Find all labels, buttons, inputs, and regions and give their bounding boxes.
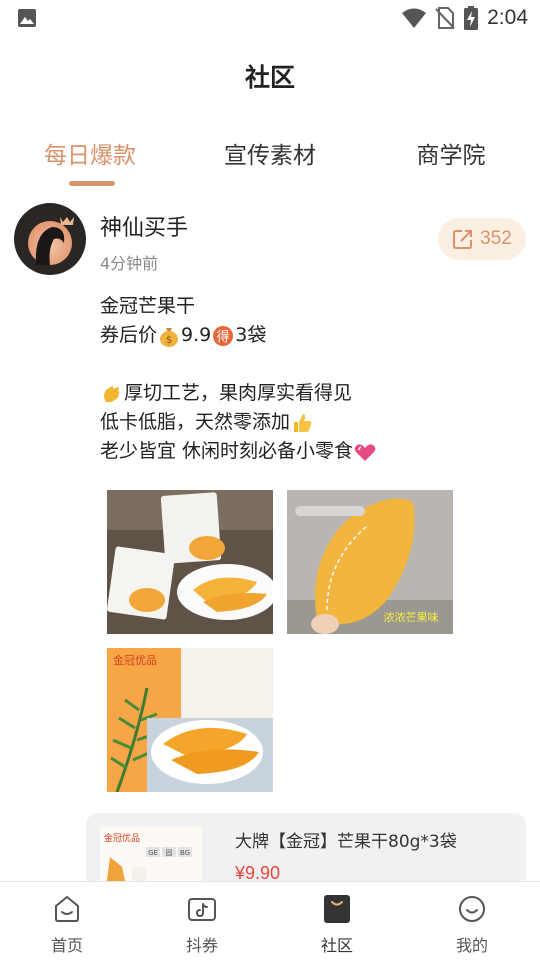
- de-badge-emoji: 得: [213, 325, 234, 346]
- post-line: 金冠芒果干: [100, 292, 520, 321]
- tabbar-item-community[interactable]: 社区: [287, 882, 387, 960]
- share-button[interactable]: 352: [438, 218, 526, 260]
- image-brand: 金冠优品: [113, 653, 157, 667]
- svg-text:得: 得: [217, 329, 230, 345]
- share-icon: [453, 230, 473, 249]
- wifi-icon: [402, 8, 427, 28]
- heart-emoji: [354, 443, 376, 461]
- post-line-blank: [100, 350, 520, 379]
- home-icon: [55, 896, 79, 922]
- bottom-tab-bar: 首页 抖券 社区 我的: [0, 881, 540, 960]
- post-text: 金冠芒果干 券后价 $ 9.9 得 3袋 厚切工艺，果肉厚实看得见 低卡低脂，天…: [100, 292, 520, 466]
- tabbar-label: 我的: [455, 936, 488, 955]
- tabbar-label: 首页: [50, 936, 83, 955]
- status-bar: 2:04: [0, 0, 540, 36]
- author-name[interactable]: 神仙买手: [100, 210, 188, 242]
- profile-smile-icon: [459, 896, 485, 922]
- avatar-woman-icon: [28, 217, 74, 265]
- tab-daily-hot[interactable]: 每日爆款: [44, 136, 136, 170]
- thumb-badge: 固: [166, 849, 173, 857]
- post-line-text: 3袋: [235, 324, 267, 346]
- post-image-3[interactable]: 金冠优品: [107, 648, 273, 792]
- post-line: 低卡低脂，天然零添加: [100, 408, 520, 437]
- status-time: 2:04: [487, 6, 528, 29]
- thumbs-up-emoji: [294, 413, 312, 432]
- post-image-2[interactable]: 浓浓芒果味: [287, 490, 453, 634]
- active-tab-indicator: [69, 181, 115, 186]
- image-caption: 浓浓芒果味: [384, 611, 439, 624]
- money-bag-emoji: $: [160, 327, 179, 347]
- share-count: 352: [480, 228, 512, 249]
- post-line-text: 低卡低脂，天然零添加: [100, 411, 291, 433]
- tabbar-label: 社区: [320, 936, 353, 955]
- tab-business-school[interactable]: 商学院: [417, 136, 486, 170]
- avatar[interactable]: [14, 203, 86, 275]
- post-line-text: 厚切工艺，果肉厚实看得见: [124, 382, 353, 404]
- battery-charging-icon: [464, 6, 479, 30]
- post-line-text: 老少皆宜 休闲时刻必备小零食: [100, 440, 354, 462]
- tab-promo-materials[interactable]: 宣传素材: [224, 136, 316, 170]
- douyin-coupon-icon: [188, 898, 216, 921]
- thumb-brand: 金冠优品: [104, 832, 140, 844]
- tabbar-label: 抖券: [185, 936, 218, 955]
- tabbar-item-home[interactable]: 首页: [17, 882, 117, 960]
- gallery-icon: [18, 9, 36, 27]
- post-line: 券后价 $ 9.9 得 3袋: [100, 321, 520, 350]
- post-line-text: 券后价: [100, 324, 158, 346]
- tabbar-item-profile[interactable]: 我的: [422, 882, 522, 960]
- tabbar-item-douyin-coupon[interactable]: 抖券: [152, 882, 252, 960]
- thumb-badge: BG: [180, 849, 190, 857]
- post-line-text: 金冠芒果干: [100, 295, 196, 317]
- product-name[interactable]: 大牌【金冠】芒果干80g*3袋: [235, 827, 457, 852]
- post-line: 厚切工艺，果肉厚实看得见: [100, 379, 520, 408]
- clapping-hands-emoji: [104, 385, 120, 402]
- post-image-1[interactable]: [107, 490, 273, 634]
- thumb-badge: GE: [148, 849, 158, 857]
- post-line: 老少皆宜 休闲时刻必备小零食: [100, 437, 520, 466]
- post-line-text: 9.9: [181, 324, 212, 346]
- page-title: 社区: [244, 63, 295, 92]
- community-bag-icon: [324, 895, 350, 923]
- post-time: 4分钟前: [100, 254, 159, 273]
- no-sim-icon: [435, 7, 455, 29]
- svg-text:$: $: [166, 335, 172, 346]
